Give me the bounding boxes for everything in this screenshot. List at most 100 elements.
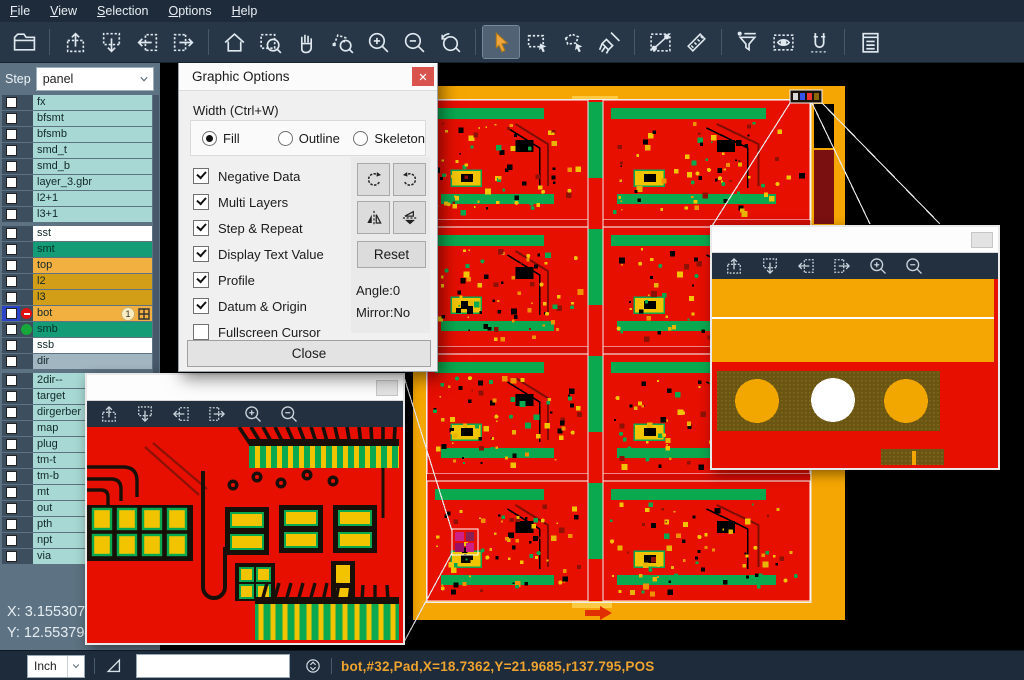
magnifier-menu-button[interactable] — [971, 232, 993, 248]
zoom-in-icon[interactable] — [868, 256, 888, 276]
radio-outline[interactable]: Outline — [278, 131, 343, 146]
shift-left-button[interactable] — [129, 26, 165, 58]
zoom-in-icon[interactable] — [243, 404, 263, 424]
layer-checkbox[interactable] — [2, 453, 20, 468]
option-step-repeat[interactable]: Step & Repeat — [193, 215, 324, 241]
option-profile[interactable]: Profile — [193, 267, 324, 293]
layer-name[interactable]: smb — [33, 322, 152, 337]
layer-row-layer_3.gbr[interactable]: layer_3.gbr — [2, 175, 152, 190]
open-folder-button[interactable] — [6, 26, 42, 58]
layer-indicator[interactable] — [20, 485, 33, 500]
layer-row-smd_b[interactable]: smd_b — [2, 159, 152, 174]
magnifier-view-bottom[interactable] — [87, 427, 399, 640]
snap-magnet-button[interactable] — [801, 26, 837, 58]
unit-select[interactable]: Inch — [27, 655, 85, 678]
layer-row-ssb[interactable]: ssb — [2, 338, 152, 353]
mirror-vertical-button[interactable] — [393, 201, 426, 234]
shift-left-icon[interactable] — [796, 256, 816, 276]
option-multi-layers[interactable]: Multi Layers — [193, 189, 324, 215]
layer-checkbox[interactable] — [2, 207, 20, 222]
layer-checkbox[interactable] — [2, 517, 20, 532]
layer-indicator[interactable] — [20, 421, 33, 436]
layer-checkbox[interactable] — [2, 338, 20, 353]
mirror-horizontal-button[interactable] — [357, 201, 390, 234]
zoom-polygon-button[interactable] — [324, 26, 360, 58]
layer-name[interactable]: ssb — [33, 338, 152, 353]
layer-indicator[interactable] — [20, 191, 33, 206]
pan-hand-button[interactable] — [288, 26, 324, 58]
layer-indicator[interactable] — [20, 453, 33, 468]
layer-name[interactable]: l3+1 — [33, 207, 152, 222]
layer-name[interactable]: smd_b — [33, 159, 152, 174]
layer-checkbox[interactable] — [2, 354, 20, 369]
layer-checkbox[interactable] — [2, 274, 20, 289]
radio-fill[interactable]: Fill — [202, 131, 267, 146]
layer-name[interactable]: fx — [33, 95, 152, 110]
corner-angle-icon[interactable] — [104, 656, 124, 676]
layer-checkbox[interactable] — [2, 242, 20, 257]
step-select[interactable]: panel — [36, 67, 154, 91]
shift-right-icon[interactable] — [832, 256, 852, 276]
menu-file[interactable]: File — [0, 2, 40, 20]
layer-checkbox[interactable] — [2, 469, 20, 484]
layer-checkbox[interactable] — [2, 111, 20, 126]
layer-checkbox[interactable] — [2, 191, 20, 206]
layer-indicator[interactable] — [20, 405, 33, 420]
magnifier-title-bar[interactable] — [712, 227, 998, 253]
layer-row-l3+1[interactable]: l3+1 — [2, 207, 152, 222]
layer-checkbox[interactable] — [2, 159, 20, 174]
layer-row-top[interactable]: top — [2, 258, 152, 273]
shift-right-button[interactable] — [165, 26, 201, 58]
layer-checkbox[interactable] — [2, 258, 20, 273]
layer-name[interactable]: layer_3.gbr — [33, 175, 152, 190]
layer-indicator[interactable] — [20, 242, 33, 257]
menu-options[interactable]: Options — [158, 2, 221, 20]
layer-row-sst[interactable]: sst — [2, 226, 152, 241]
close-button[interactable]: Close — [187, 340, 431, 367]
layer-name[interactable]: bfsmt — [33, 111, 152, 126]
shift-down-icon[interactable] — [760, 256, 780, 276]
rotate-ccw-button[interactable] — [393, 163, 426, 196]
layer-indicator[interactable] — [20, 533, 33, 548]
shift-down-icon[interactable] — [135, 404, 155, 424]
command-input[interactable] — [136, 654, 290, 678]
layer-indicator[interactable] — [20, 517, 33, 532]
option-negative-data[interactable]: Negative Data — [193, 163, 324, 189]
home-view-button[interactable] — [216, 26, 252, 58]
layer-indicator[interactable] — [20, 290, 33, 305]
shift-down-button[interactable] — [93, 26, 129, 58]
zoom-previous-button[interactable] — [432, 26, 468, 58]
layer-row-bot[interactable]: bot1 — [2, 306, 152, 321]
layer-indicator[interactable] — [20, 274, 33, 289]
select-polygon-button[interactable] — [555, 26, 591, 58]
magnifier-menu-button[interactable] — [376, 380, 398, 396]
dialog-title-bar[interactable]: Graphic Options — [179, 63, 437, 91]
layer-checkbox[interactable] — [2, 226, 20, 241]
shift-up-icon[interactable] — [724, 256, 744, 276]
measure-ruler-button[interactable] — [678, 26, 714, 58]
layer-checkbox[interactable] — [2, 485, 20, 500]
zoom-window-button[interactable] — [252, 26, 288, 58]
select-rectangle-button[interactable] — [519, 26, 555, 58]
layer-indicator[interactable] — [20, 258, 33, 273]
layer-indicator[interactable] — [20, 175, 33, 190]
layer-name[interactable]: sst — [33, 226, 152, 241]
layer-indicator[interactable] — [20, 143, 33, 158]
dialog-close-button[interactable] — [412, 67, 434, 86]
layer-indicator[interactable] — [20, 306, 33, 321]
layer-row-l2[interactable]: l2 — [2, 274, 152, 289]
layer-name[interactable]: l3 — [33, 290, 152, 305]
layer-indicator[interactable] — [20, 127, 33, 142]
shift-right-icon[interactable] — [207, 404, 227, 424]
layer-checkbox[interactable] — [2, 143, 20, 158]
layer-indicator[interactable] — [20, 226, 33, 241]
layer-checkbox[interactable] — [2, 405, 20, 420]
zoom-out-icon[interactable] — [904, 256, 924, 276]
layer-indicator[interactable] — [20, 207, 33, 222]
layer-indicator[interactable] — [20, 159, 33, 174]
layer-checkbox[interactable] — [2, 322, 20, 337]
view-options-button[interactable] — [765, 26, 801, 58]
layer-name[interactable]: dir — [33, 354, 152, 369]
layer-indicator[interactable] — [20, 95, 33, 110]
magnifier-title-bar[interactable] — [87, 375, 403, 401]
